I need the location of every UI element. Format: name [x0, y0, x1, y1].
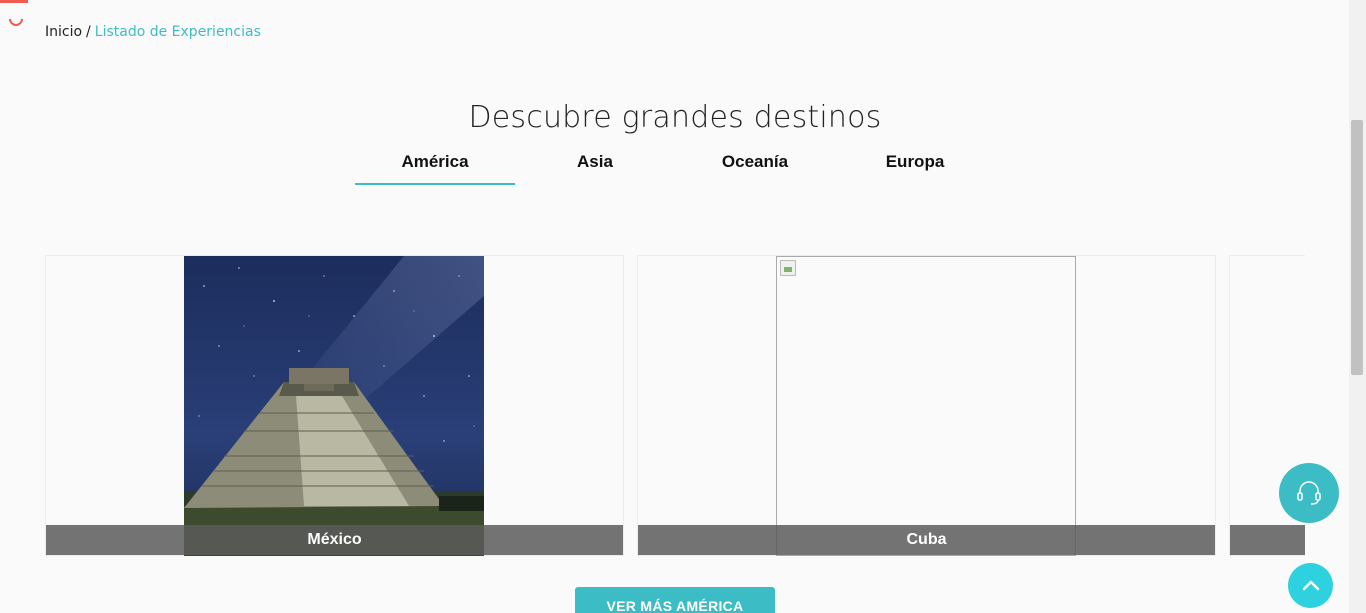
tab-asia[interactable]: Asia [515, 146, 675, 185]
scroll-to-top-button[interactable] [1288, 563, 1333, 608]
destination-caption: Cuba [638, 525, 1215, 555]
page-title: Descubre grandes destinos [468, 100, 882, 135]
loading-spinner-icon [6, 9, 26, 29]
breadcrumb-home-link[interactable]: Inicio [45, 24, 82, 40]
destination-card-cuba[interactable]: Cuba [637, 255, 1216, 556]
destination-image-pyramid [184, 256, 484, 556]
region-tabs: América Asia Oceanía Europa [355, 146, 995, 186]
scrollbar-thumb[interactable] [1351, 120, 1363, 375]
breadcrumb: Inicio / Listado de Experiencias [45, 24, 261, 40]
see-more-button[interactable]: VER MÁS AMÉRICA [575, 587, 775, 613]
breadcrumb-current[interactable]: Listado de Experiencias [95, 24, 261, 40]
loading-bar [0, 0, 28, 3]
destination-image-broken [776, 256, 1076, 556]
pyramid-night-image [184, 256, 484, 556]
headset-icon [1297, 481, 1321, 505]
destinations-carousel: México Cuba [45, 255, 1305, 557]
chevron-up-icon [1302, 580, 1319, 590]
broken-image-icon [780, 260, 796, 276]
page-scrollbar[interactable] [1349, 0, 1366, 613]
tab-america[interactable]: América [355, 146, 515, 185]
breadcrumb-separator: / [86, 24, 91, 40]
destination-caption-partial [1230, 525, 1305, 555]
support-chat-button[interactable] [1279, 463, 1339, 523]
tab-oceania[interactable]: Oceanía [675, 146, 835, 185]
destination-caption: México [46, 525, 623, 555]
destination-card-mexico[interactable]: México [45, 255, 624, 556]
tab-europa[interactable]: Europa [835, 146, 995, 185]
